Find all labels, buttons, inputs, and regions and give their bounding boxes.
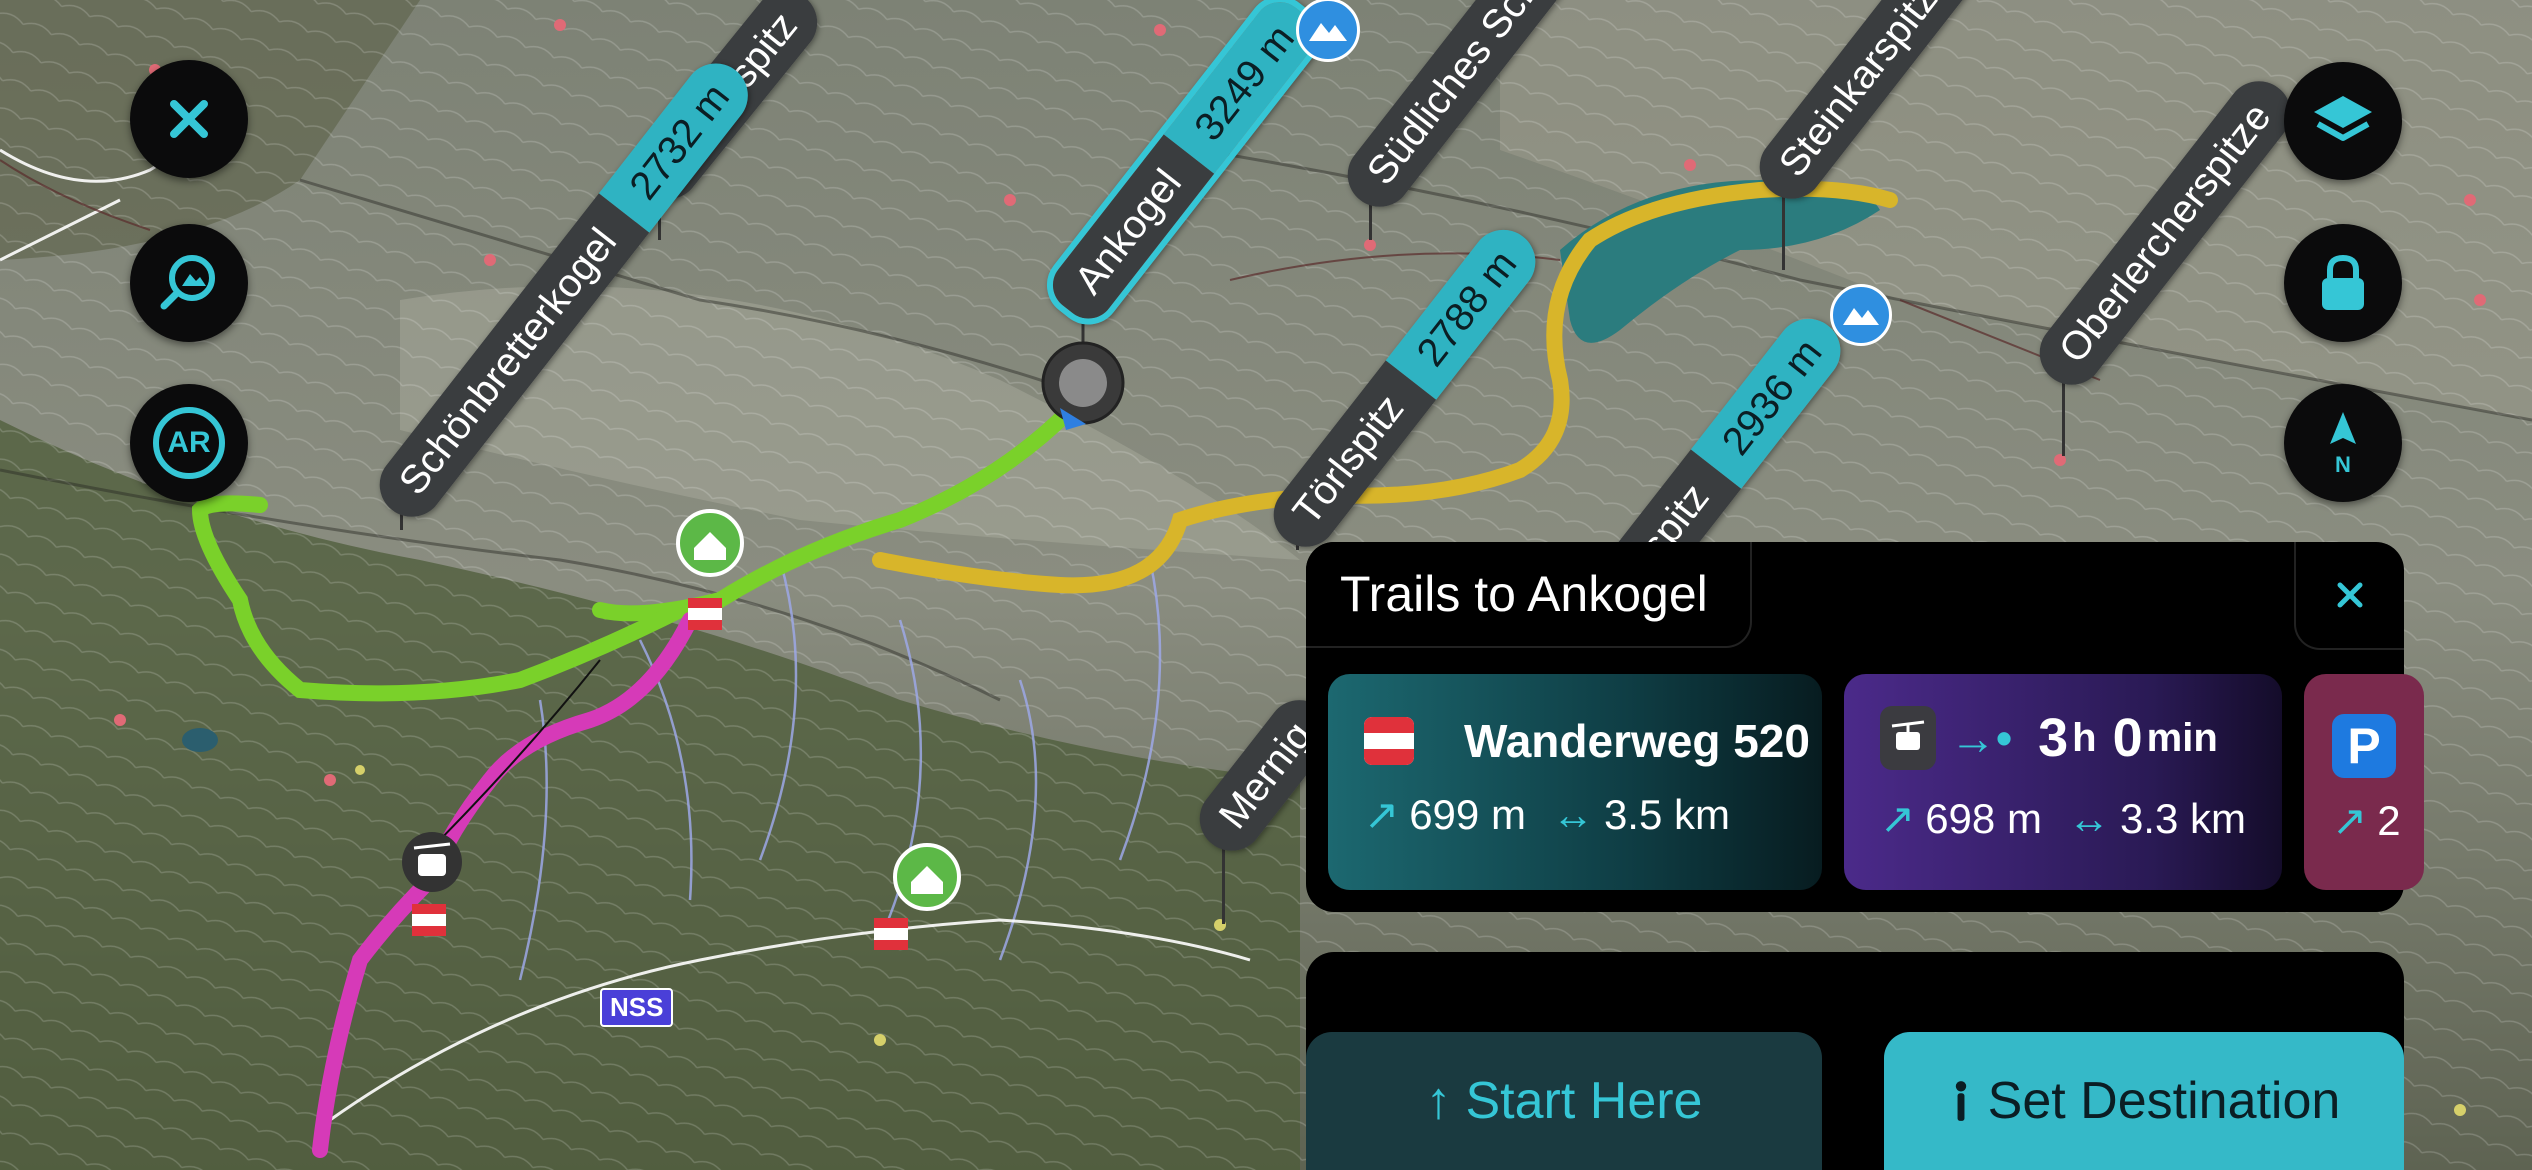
start-arrow-icon: ↑ xyxy=(1425,1072,1452,1130)
layers-button[interactable] xyxy=(2284,62,2402,180)
trail-marker-icon xyxy=(688,598,722,630)
ascent-icon: ↗ xyxy=(1364,791,1400,838)
panel-title: Trails to Ankogel xyxy=(1306,542,1752,648)
cable-car-icon xyxy=(1880,706,1936,770)
trails-panel: Trails to Ankogel Wanderweg 520 ↗ 699 m … xyxy=(1306,542,2424,912)
ascent-icon: ↗ xyxy=(2332,797,2368,844)
action-bar: ↑ Start Here Set Destination xyxy=(1306,952,2404,1170)
lock-button[interactable] xyxy=(2284,224,2402,342)
distance-icon: ↔ xyxy=(2067,794,2110,842)
austrian-trail-flag-icon xyxy=(1364,717,1414,765)
trail-card[interactable]: →• 3 h 0 min ↗ 698 m ↔ 3.3 km xyxy=(1844,674,2282,890)
layers-icon xyxy=(2314,96,2372,141)
walker-icon xyxy=(1955,1081,1966,1121)
compass-button[interactable]: N xyxy=(2284,384,2402,502)
distance-icon: ↔ xyxy=(1551,790,1594,838)
ar-icon: AR xyxy=(153,407,225,479)
ar-button[interactable]: AR xyxy=(130,384,248,502)
arrow-to-point-icon: →• xyxy=(1950,712,2013,764)
cable-car-icon[interactable] xyxy=(402,832,462,892)
svg-text:N: N xyxy=(2335,452,2351,477)
hut-icon[interactable] xyxy=(893,843,961,911)
trail-marker-icon xyxy=(412,904,446,936)
close-icon xyxy=(170,100,208,138)
mountain-icon xyxy=(1830,284,1892,346)
hut-icon[interactable] xyxy=(676,509,744,577)
compass-icon: N xyxy=(2330,412,2356,477)
map-search-icon xyxy=(160,255,215,310)
panel-close-button[interactable] xyxy=(2294,542,2404,650)
close-map-button[interactable] xyxy=(130,60,248,178)
close-icon xyxy=(2337,582,2363,608)
lock-icon xyxy=(2322,254,2364,310)
mountain-icon xyxy=(1296,0,1360,62)
start-here-button[interactable]: ↑ Start Here xyxy=(1306,1032,1822,1170)
map-search-button[interactable] xyxy=(130,224,248,342)
parking-icon: P xyxy=(2332,714,2396,778)
trail-marker-icon xyxy=(874,918,908,950)
trail-card[interactable]: Wanderweg 520 ↗ 699 m ↔ 3.5 km xyxy=(1328,674,1822,890)
trail-card[interactable]: P ↗ 2 xyxy=(2304,674,2424,890)
road-badge: NSS xyxy=(600,988,674,1027)
set-destination-button[interactable]: Set Destination xyxy=(1884,1032,2404,1170)
ascent-icon: ↗ xyxy=(1880,795,1916,842)
